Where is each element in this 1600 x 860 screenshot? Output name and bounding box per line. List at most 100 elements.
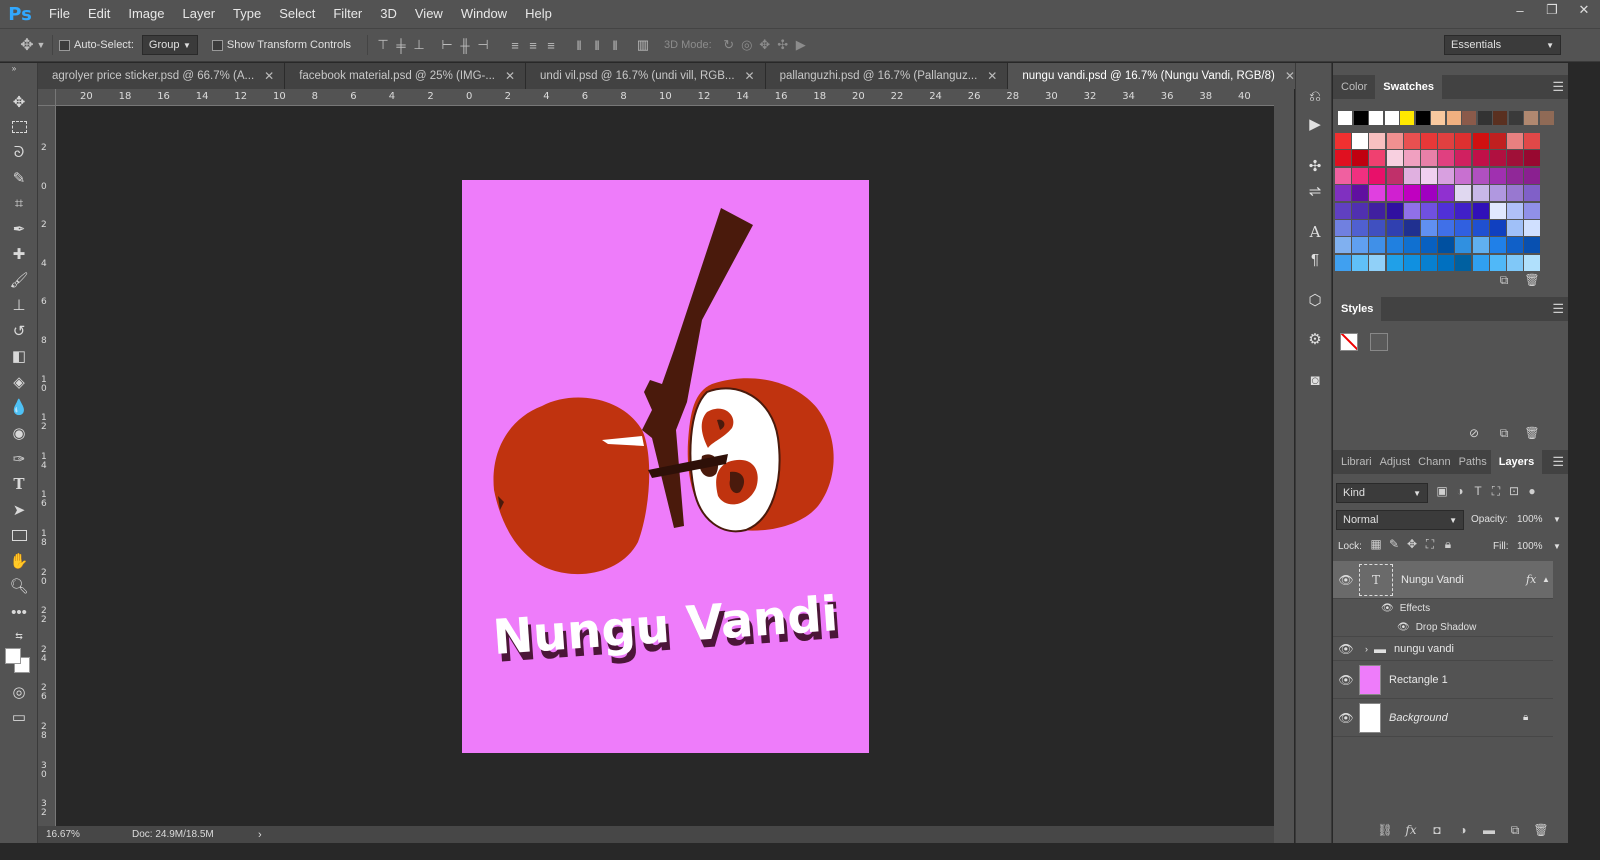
layer-drop-shadow-row[interactable]: 👁︎ Drop Shadow [1333, 618, 1553, 637]
marquee-tool-icon[interactable] [7, 116, 31, 138]
tab-layers[interactable]: Layers [1490, 450, 1543, 474]
swatch[interactable] [1489, 150, 1506, 167]
swatch[interactable] [1335, 150, 1351, 167]
distribute-bottom-icon[interactable]: ≡ [542, 38, 560, 53]
3d-video-icon[interactable]: ▶ [792, 37, 810, 53]
swatch[interactable] [1352, 237, 1369, 254]
swatch[interactable] [1369, 167, 1386, 184]
swatch[interactable] [1369, 202, 1386, 219]
3d-cube-icon[interactable]: ⬡ [1304, 289, 1326, 311]
new-group-icon[interactable]: ▬ [1476, 823, 1502, 843]
swatch[interactable] [1369, 254, 1386, 271]
swatch[interactable] [1455, 167, 1472, 184]
adjust-sliders-icon[interactable]: ⇌ [1304, 180, 1326, 202]
swatch[interactable] [1369, 220, 1386, 236]
tab-adjustments[interactable]: Adjust [1376, 450, 1415, 474]
menu-3d[interactable]: 3D [371, 0, 406, 28]
document-canvas[interactable]: Nungu Vandi Nungu Vandi [462, 180, 869, 753]
3d-rotate-icon[interactable]: ↻ [720, 37, 738, 53]
swatch[interactable] [1403, 237, 1420, 254]
swatch[interactable] [1455, 150, 1472, 167]
camera-icon[interactable]: ◙ [1304, 369, 1326, 391]
swatch[interactable] [1524, 111, 1538, 125]
swatch[interactable] [1431, 111, 1445, 125]
swatch[interactable] [1421, 150, 1437, 167]
swatch[interactable] [1421, 133, 1437, 149]
character-icon[interactable]: A [1304, 221, 1326, 243]
eyedropper-tool-icon[interactable]: ✒ [7, 218, 31, 240]
restore-button[interactable]: ❐ [1536, 0, 1568, 20]
collapse-toolbar-icon[interactable]: » [2, 63, 26, 73]
swatch[interactable] [1507, 237, 1523, 254]
swatch[interactable] [1524, 237, 1541, 254]
swatch[interactable] [1369, 133, 1386, 149]
swatch[interactable] [1386, 237, 1403, 254]
swatch[interactable] [1352, 254, 1369, 271]
swatch[interactable] [1386, 133, 1403, 149]
swatch[interactable] [1338, 111, 1352, 125]
filter-pixel-icon[interactable]: ▣ [1433, 484, 1451, 499]
dodge-tool-icon[interactable]: ◉ [7, 422, 31, 444]
close-window-button[interactable]: ✕ [1568, 0, 1600, 20]
swatch[interactable] [1384, 111, 1399, 125]
paragraph-icon[interactable]: ¶ [1304, 248, 1326, 270]
add-style-icon[interactable]: fx [1398, 823, 1424, 843]
chevron-down-icon[interactable]: ▼ [36, 40, 46, 50]
blur-tool-icon[interactable]: 💧 [7, 396, 31, 418]
zoom-level[interactable]: 16.67% [46, 829, 132, 840]
swatch[interactable] [1438, 202, 1455, 219]
brush-tool-icon[interactable]: 🖌 [7, 269, 31, 291]
swatch[interactable] [1489, 133, 1506, 149]
swatch[interactable] [1403, 133, 1420, 149]
swatch[interactable] [1438, 237, 1455, 254]
workspace-dropdown[interactable]: Essentials ▼ [1444, 35, 1561, 55]
new-adjustment-icon[interactable]: ◑ [1450, 823, 1476, 843]
distribute-right-icon[interactable]: ‖ [606, 38, 624, 53]
auto-align-icon[interactable]: ▥ [634, 37, 652, 53]
status-arrow-icon[interactable]: › [258, 829, 262, 841]
tab-swatches[interactable]: Swatches [1375, 75, 1443, 99]
swatch[interactable] [1386, 202, 1403, 219]
panel-menu-icon[interactable]: ☰ [1552, 79, 1564, 95]
swatch[interactable] [1507, 254, 1523, 271]
swatch[interactable] [1477, 111, 1492, 125]
default-colors-icon[interactable]: ⇆ [7, 625, 31, 647]
swatch[interactable] [1403, 150, 1420, 167]
menu-type[interactable]: Type [224, 0, 270, 28]
swatch[interactable] [1539, 111, 1554, 125]
swatch[interactable] [1421, 220, 1437, 236]
path-selection-tool-icon[interactable]: ➤ [7, 499, 31, 521]
swatch[interactable] [1507, 185, 1523, 202]
swatch[interactable] [1524, 254, 1541, 271]
3d-pan-icon[interactable]: ✥ [756, 37, 774, 53]
eye-icon[interactable]: 👁︎ [1333, 573, 1359, 587]
move-tool-preset-icon[interactable]: ✥ [18, 35, 36, 55]
swatch[interactable] [1421, 237, 1437, 254]
swatch[interactable] [1386, 254, 1403, 271]
chevron-down-icon[interactable]: ▼ [1553, 542, 1561, 551]
swatch[interactable] [1352, 150, 1369, 167]
crop-tool-icon[interactable]: ⌗ [7, 192, 31, 214]
layer-row-rectangle-1[interactable]: 👁︎ Rectangle 1 [1333, 661, 1553, 699]
swatch[interactable] [1369, 185, 1386, 202]
swatch[interactable] [1403, 254, 1420, 271]
lock-pixels-icon[interactable]: ✎ [1385, 537, 1403, 552]
panel-menu-icon[interactable]: ☰ [1552, 454, 1564, 470]
ruler-corner[interactable] [38, 89, 56, 106]
link-layers-icon[interactable]: ⛓ [1372, 823, 1398, 843]
distribute-hcenter-icon[interactable]: ‖ [588, 38, 606, 53]
align-left-icon[interactable]: ⊢ [438, 37, 456, 53]
swatch[interactable] [1335, 167, 1351, 184]
swatch[interactable] [1489, 220, 1506, 236]
swatch[interactable] [1489, 167, 1506, 184]
swatch[interactable] [1335, 237, 1351, 254]
tab-facebook-material[interactable]: facebook material.psd @ 25% (IMG-... ✕ [285, 63, 527, 89]
swatch[interactable] [1421, 254, 1437, 271]
tab-pallanguzhi[interactable]: pallanguzhi.psd @ 16.7% (Pallanguz... ✕ [765, 63, 1009, 89]
layer-row-nungu-vandi-text[interactable]: 👁︎ T Nungu Vandi fx ▲ [1333, 561, 1553, 599]
close-icon[interactable]: ✕ [505, 69, 515, 83]
distribute-vcenter-icon[interactable]: ≡ [524, 38, 542, 53]
clone-stamp-tool-icon[interactable]: ⊥ [7, 294, 31, 316]
swatch[interactable] [1335, 185, 1351, 202]
swatch[interactable] [1508, 111, 1523, 125]
